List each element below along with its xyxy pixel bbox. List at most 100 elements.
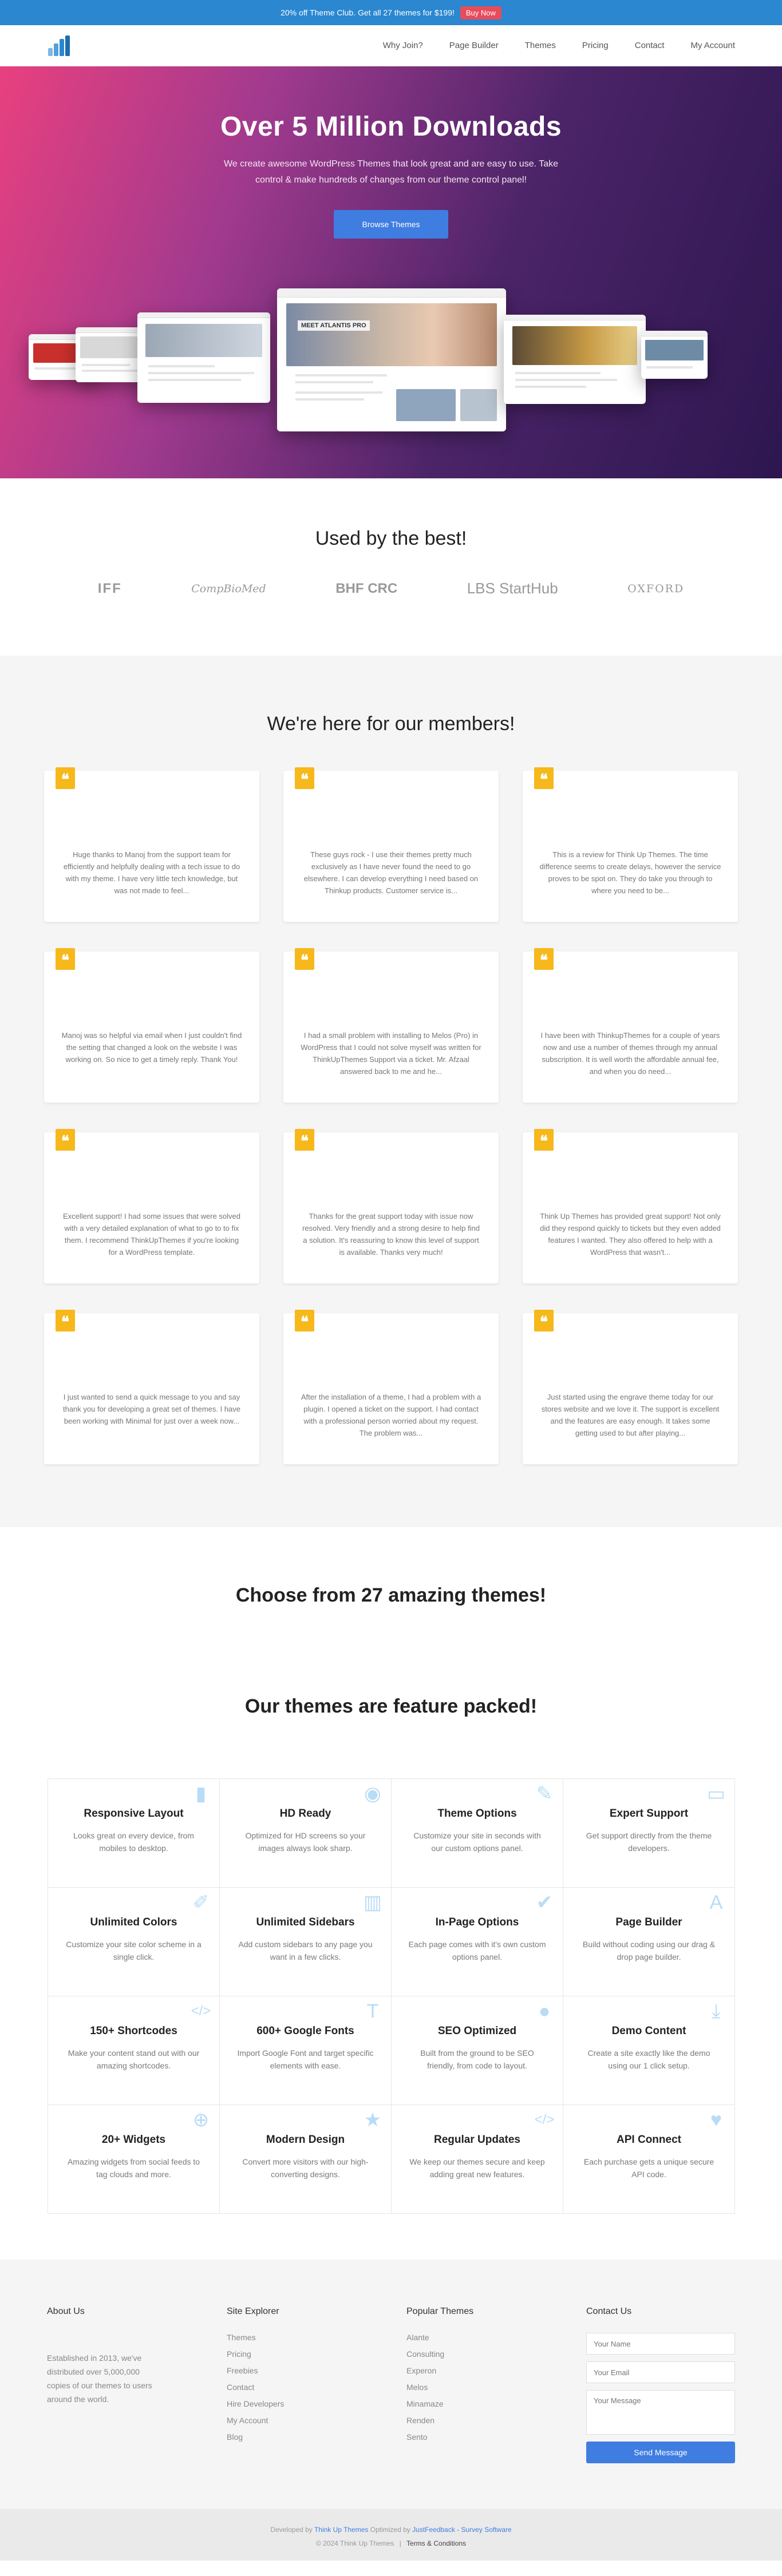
nav-themes[interactable]: Themes	[525, 41, 556, 50]
testimonial-card: ❝ Just started using the engrave theme to…	[523, 1310, 738, 1464]
promo-bar: 20% off Theme Club. Get all 27 themes fo…	[0, 0, 782, 25]
terms-link[interactable]: Terms & Conditions	[406, 2539, 466, 2547]
nav-menu: Why Join? Page Builder Themes Pricing Co…	[383, 41, 735, 50]
client-logo-lbs-starthub: LBS StartHub	[467, 580, 558, 597]
footer-theme-renden[interactable]: Renden	[406, 2416, 435, 2425]
testimonial-text: I have been with ThinkupThemes for a cou…	[540, 1031, 720, 1076]
footer-link-contact[interactable]: Contact	[227, 2383, 254, 2392]
testimonial-text: Thanks for the great support today with …	[302, 1212, 480, 1257]
nav-my-account[interactable]: My Account	[690, 41, 735, 50]
credits-line: Developed by Think Up Themes Optimized b…	[0, 2523, 782, 2537]
nav-contact[interactable]: Contact	[635, 41, 665, 50]
testimonial-text: I just wanted to send a quick message to…	[62, 1393, 241, 1425]
testimonials-grid: ❝ Huge thanks to Manoj from the support t…	[44, 767, 738, 1464]
developer-link[interactable]: Think Up Themes	[314, 2526, 368, 2534]
nav-why-join[interactable]: Why Join?	[383, 41, 423, 50]
feature-title: Modern Design	[266, 2134, 345, 2146]
footer-link-freebies[interactable]: Freebies	[227, 2366, 258, 2375]
footer-link-blog[interactable]: Blog	[227, 2432, 243, 2442]
feature-text: Add custom sidebars to any page you want…	[238, 1940, 373, 1961]
site-logo[interactable]	[47, 35, 71, 56]
eye-icon: ◉	[364, 1783, 381, 1805]
feature-text: Customize your site in seconds with our …	[413, 1831, 541, 1853]
testimonial-text: Think Up Themes has provided great suppo…	[540, 1212, 721, 1257]
testimonial-card: ❝ Excellent support! I had some issues th…	[44, 1129, 259, 1283]
feature-title: Unlimited Colors	[90, 1916, 177, 1928]
feature-text: Built from the ground to be SEO friendly…	[420, 2048, 534, 2070]
footer-link-themes[interactable]: Themes	[227, 2333, 256, 2342]
feature-text: Optimized for HD screens so your images …	[245, 1831, 366, 1853]
feature-regular-updates: </> Regular Updates We keep our themes sec…	[392, 2105, 563, 2214]
globe-icon: ⊕	[192, 2109, 210, 2131]
footer-theme-consulting[interactable]: Consulting	[406, 2349, 444, 2359]
testimonial-text: This is a review for Think Up Themes. Th…	[539, 850, 721, 895]
footer-about: About Us Established in 2013, we've dist…	[47, 2306, 227, 2463]
testimonial-text: I had a small problem with installing to…	[301, 1031, 481, 1076]
copyright-line: © 2024 Think Up Themes | Terms & Conditi…	[0, 2537, 782, 2550]
testimonial-text: Excellent support! I had some issues tha…	[63, 1212, 240, 1257]
footer-link-hire-developers[interactable]: Hire Developers	[227, 2399, 284, 2408]
testimonial-card: ❝ Manoj was so helpful via email when I j…	[44, 948, 259, 1103]
browse-themes-button[interactable]: Browse Themes	[334, 210, 448, 239]
feature-title: 600+ Google Fonts	[256, 2025, 354, 2037]
contact-message-input[interactable]	[586, 2390, 735, 2435]
feature-modern-design: ★ Modern Design Convert more visitors with…	[220, 2105, 392, 2214]
footer-theme-experon[interactable]: Experon	[406, 2366, 436, 2375]
feature-theme-options: ✎ Theme Options Customize your site in sec…	[392, 1779, 563, 1888]
choose-themes-section: Choose from 27 amazing themes!	[0, 1527, 782, 1687]
feature-text: Import Google Font and target specific e…	[237, 2048, 374, 2070]
testimonial-card: ❝ I just wanted to send a quick message t…	[44, 1310, 259, 1464]
footer-explorer-title: Site Explorer	[227, 2306, 279, 2316]
used-by-section: Used by the best! IFF CompBioMed BHF CRC…	[0, 478, 782, 656]
testimonial-card: ❝ After the installation of a theme, I ha…	[283, 1310, 499, 1464]
feature-api-connect: ♥ API Connect Each purchase gets a unique …	[563, 2105, 735, 2214]
quote-icon: ❝	[534, 767, 554, 789]
footer-about-title: About Us	[47, 2306, 85, 2316]
separator: |	[399, 2539, 401, 2547]
members-section: We're here for our members! ❝ Huge thanks…	[0, 656, 782, 1527]
text-icon: T	[366, 2000, 379, 2022]
send-message-button[interactable]: Send Message	[586, 2442, 735, 2463]
feature-shortcodes: </> 150+ Shortcodes Make your content stan…	[48, 1996, 220, 2105]
feature-seo-optimized: ● SEO Optimized Built from the ground to b…	[392, 1996, 563, 2105]
buy-now-button[interactable]: Buy Now	[460, 6, 501, 19]
feature-text: Looks great on every device, from mobile…	[73, 1831, 194, 1853]
feature-widgets: ⊕ 20+ Widgets Amazing widgets from social …	[48, 2105, 220, 2214]
optimizer-link[interactable]: JustFeedback - Survey Software	[412, 2526, 511, 2534]
footer-popular-themes: Popular Themes Alante Consulting Experon…	[406, 2306, 586, 2463]
feature-text: Each purchase gets a unique secure API c…	[583, 2157, 714, 2179]
testimonial-card: ❝ I have been with ThinkupThemes for a co…	[523, 948, 738, 1103]
footer-about-text: Established in 2013, we've distributed o…	[47, 2353, 152, 2404]
optimized-by-label: Optimized by	[370, 2526, 410, 2534]
hero-section: Over 5 Million Downloads We create aweso…	[0, 66, 782, 478]
feature-text: Build without coding using our drag & dr…	[582, 1940, 716, 1961]
font-icon: A	[709, 1892, 723, 1913]
feature-title: Demo Content	[611, 2025, 686, 2037]
testimonial-text: Just started using the engrave theme tod…	[541, 1393, 720, 1437]
footer-link-pricing[interactable]: Pricing	[227, 2349, 251, 2359]
feature-expert-support: ▭ Expert Support Get support directly from…	[563, 1779, 735, 1888]
feature-in-page-options: ✔ In-Page Options Each page comes with it'…	[392, 1888, 563, 1996]
features-section: Our themes are feature packed! ▮ Responsi…	[0, 1687, 782, 2260]
client-logo-compbiomed: CompBioMed	[191, 582, 266, 595]
testimonial-card: ❝ Thanks for the great support today with…	[283, 1129, 499, 1283]
footer-theme-alante[interactable]: Alante	[406, 2333, 429, 2342]
contact-name-input[interactable]	[586, 2333, 735, 2355]
testimonial-card: ❝ Huge thanks to Manoj from the support t…	[44, 767, 259, 922]
nav-pricing[interactable]: Pricing	[582, 41, 609, 50]
client-logos: IFF CompBioMed BHF CRC LBS StartHub OXFO…	[0, 550, 782, 597]
footer-theme-melos[interactable]: Melos	[406, 2383, 428, 2392]
contact-email-input[interactable]	[586, 2361, 735, 2383]
quote-icon: ❝	[56, 1310, 75, 1331]
quote-icon: ❝	[295, 767, 314, 789]
footer-theme-sento[interactable]: Sento	[406, 2432, 428, 2442]
theme-mockup-center: MEET ATLANTIS PRO	[277, 288, 506, 431]
quote-icon: ❝	[56, 948, 75, 970]
testimonial-card: ❝ This is a review for Think Up Themes. T…	[523, 767, 738, 922]
quote-icon: ❝	[56, 1129, 75, 1151]
feature-google-fonts: T 600+ Google Fonts Import Google Font and…	[220, 1996, 392, 2105]
nav-page-builder[interactable]: Page Builder	[449, 41, 499, 50]
footer-link-my-account[interactable]: My Account	[227, 2416, 268, 2425]
feature-responsive-layout: ▮ Responsive Layout Looks great on every d…	[48, 1779, 220, 1888]
footer-theme-minamaze[interactable]: Minamaze	[406, 2399, 444, 2408]
